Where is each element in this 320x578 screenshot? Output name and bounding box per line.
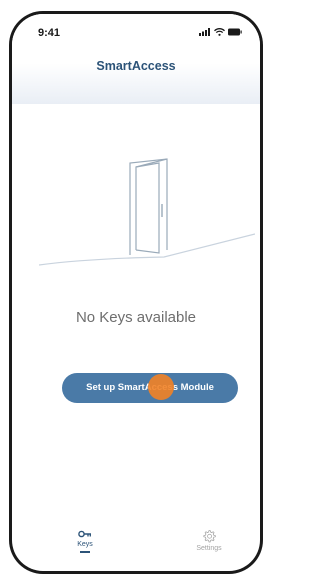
device-frame: 9:41 SmartAccess No Keys available Set u…: [9, 11, 263, 574]
door-illustration-icon: [39, 158, 255, 266]
signal-icon: [199, 28, 210, 36]
page-title: SmartAccess: [96, 59, 176, 73]
tab-settings-label: Settings: [196, 545, 222, 552]
battery-icon: [228, 28, 242, 36]
app-header: 9:41 SmartAccess: [12, 14, 260, 104]
gear-icon: [203, 530, 216, 543]
status-icons: [199, 28, 242, 36]
app-screen: 9:41 SmartAccess No Keys available Set u…: [12, 14, 260, 571]
tab-selected-indicator: [80, 551, 90, 553]
tab-keys[interactable]: Keys: [55, 529, 115, 571]
status-time: 9:41: [38, 27, 61, 39]
wifi-icon: [214, 28, 225, 36]
tab-keys-label: Keys: [77, 541, 93, 548]
status-bar: 9:41: [12, 14, 260, 46]
tab-settings[interactable]: Settings: [179, 529, 239, 571]
key-icon: [78, 530, 91, 538]
empty-state-message: No Keys available: [75, 309, 197, 326]
touch-indicator: [148, 374, 174, 400]
tab-bar: Keys Settings: [12, 529, 260, 571]
